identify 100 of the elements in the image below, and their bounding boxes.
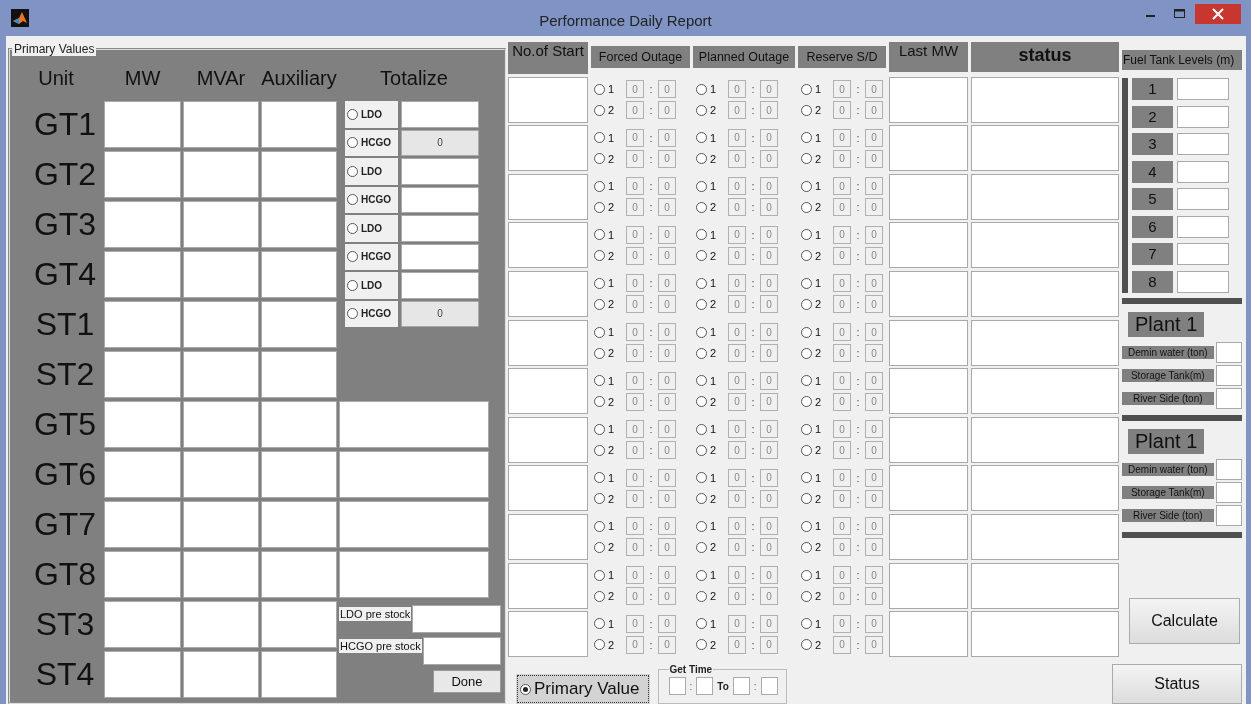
hours-field[interactable]: 0	[833, 614, 851, 633]
auxiliary-field[interactable]	[261, 301, 337, 348]
tank-level-field[interactable]	[1177, 243, 1229, 265]
option-radio[interactable]: 1	[696, 180, 728, 193]
last-mw-field[interactable]	[889, 173, 968, 220]
minutes-field[interactable]: 0	[865, 489, 883, 508]
minutes-field[interactable]: 0	[658, 101, 676, 120]
status-field[interactable]	[971, 76, 1119, 123]
auxiliary-field[interactable]	[261, 601, 337, 648]
minutes-field[interactable]: 0	[658, 80, 676, 99]
option-radio[interactable]: 1	[801, 180, 833, 193]
minutes-field[interactable]: 0	[760, 101, 778, 120]
option-radio[interactable]: 2	[696, 492, 728, 505]
option-radio[interactable]: 1	[594, 277, 626, 290]
mvar-field[interactable]	[183, 651, 259, 698]
minutes-field[interactable]: 0	[658, 635, 676, 654]
minutes-field[interactable]: 0	[865, 538, 883, 557]
last-mw-field[interactable]	[889, 270, 968, 317]
totalize-field[interactable]	[401, 158, 479, 185]
option-radio[interactable]: 2	[594, 347, 626, 360]
minutes-field[interactable]: 0	[865, 128, 883, 147]
start-count-field[interactable]	[508, 611, 588, 658]
option-radio[interactable]: 1	[696, 326, 728, 339]
plant-field[interactable]	[1215, 458, 1242, 480]
minutes-field[interactable]: 0	[865, 392, 883, 411]
minutes-field[interactable]: 0	[865, 468, 883, 487]
option-radio[interactable]: 1	[801, 520, 833, 533]
auxiliary-field[interactable]	[261, 501, 337, 548]
minutes-field[interactable]: 0	[865, 344, 883, 363]
minutes-field[interactable]: 0	[865, 441, 883, 460]
minutes-field[interactable]: 0	[865, 587, 883, 606]
minutes-field[interactable]: 0	[760, 128, 778, 147]
option-radio[interactable]: 1	[801, 374, 833, 387]
minutes-field[interactable]: 0	[865, 274, 883, 293]
minutes-field[interactable]: 0	[658, 246, 676, 265]
last-mw-field[interactable]	[889, 562, 968, 609]
minutes-field[interactable]: 0	[658, 344, 676, 363]
hours-field[interactable]: 0	[626, 177, 644, 196]
minutes-field[interactable]: 0	[760, 468, 778, 487]
hours-field[interactable]: 0	[833, 441, 851, 460]
mw-field[interactable]	[104, 351, 181, 398]
option-radio[interactable]: 1	[696, 83, 728, 96]
tank-level-field[interactable]	[1177, 270, 1229, 293]
status-field[interactable]	[971, 222, 1119, 269]
minutes-field[interactable]: 0	[865, 371, 883, 390]
last-mw-field[interactable]	[889, 76, 968, 123]
option-radio[interactable]: 1	[594, 471, 626, 484]
mw-field[interactable]	[104, 451, 181, 498]
minutes-field[interactable]: 0	[865, 80, 883, 99]
option-radio[interactable]: 2	[801, 444, 833, 457]
pre-stock-field[interactable]	[412, 605, 501, 633]
action-button[interactable]: Status	[1112, 664, 1242, 704]
time-field[interactable]	[696, 677, 714, 695]
fuel-radio-button[interactable]: LDO	[345, 215, 398, 242]
minutes-field[interactable]: 0	[760, 587, 778, 606]
totalize-field[interactable]	[401, 101, 479, 128]
minutes-field[interactable]: 0	[865, 246, 883, 265]
hours-field[interactable]: 0	[626, 392, 644, 411]
last-mw-field[interactable]	[889, 465, 968, 512]
hours-field[interactable]: 0	[728, 274, 746, 293]
hours-field[interactable]: 0	[728, 489, 746, 508]
fuel-radio-button[interactable]: LDO	[345, 272, 398, 299]
option-radio[interactable]: 2	[594, 590, 626, 603]
hours-field[interactable]: 0	[833, 420, 851, 439]
minutes-field[interactable]: 0	[865, 295, 883, 314]
totalize-field[interactable]	[339, 501, 489, 548]
totalize-field[interactable]	[339, 401, 489, 448]
minutes-field[interactable]: 0	[760, 538, 778, 557]
last-mw-field[interactable]	[889, 222, 968, 269]
plant-field[interactable]	[1215, 504, 1242, 526]
hours-field[interactable]: 0	[626, 420, 644, 439]
hours-field[interactable]: 0	[626, 371, 644, 390]
auxiliary-field[interactable]	[261, 201, 337, 248]
mvar-field[interactable]	[183, 601, 259, 648]
minutes-field[interactable]: 0	[760, 371, 778, 390]
hours-field[interactable]: 0	[626, 635, 644, 654]
minutes-field[interactable]: 0	[865, 323, 883, 342]
minutes-field[interactable]: 0	[760, 177, 778, 196]
option-radio[interactable]: 1	[594, 617, 626, 630]
hours-field[interactable]: 0	[728, 420, 746, 439]
minutes-field[interactable]: 0	[865, 614, 883, 633]
hours-field[interactable]: 0	[728, 177, 746, 196]
hours-field[interactable]: 0	[626, 614, 644, 633]
totalize-field[interactable]	[401, 243, 479, 270]
auxiliary-field[interactable]	[261, 101, 337, 148]
minutes-field[interactable]: 0	[760, 441, 778, 460]
hours-field[interactable]: 0	[833, 246, 851, 265]
option-radio[interactable]: 1	[594, 374, 626, 387]
mvar-field[interactable]	[183, 251, 259, 298]
totalize-field[interactable]	[401, 215, 479, 242]
minutes-field[interactable]: 0	[658, 323, 676, 342]
option-radio[interactable]: 2	[801, 298, 833, 311]
tank-level-field[interactable]	[1177, 133, 1229, 155]
hours-field[interactable]: 0	[728, 198, 746, 217]
hours-field[interactable]: 0	[728, 566, 746, 585]
minutes-field[interactable]: 0	[865, 177, 883, 196]
done-button[interactable]: Done	[433, 670, 501, 693]
hours-field[interactable]: 0	[833, 274, 851, 293]
minutes-field[interactable]: 0	[658, 468, 676, 487]
status-field[interactable]	[971, 416, 1119, 463]
